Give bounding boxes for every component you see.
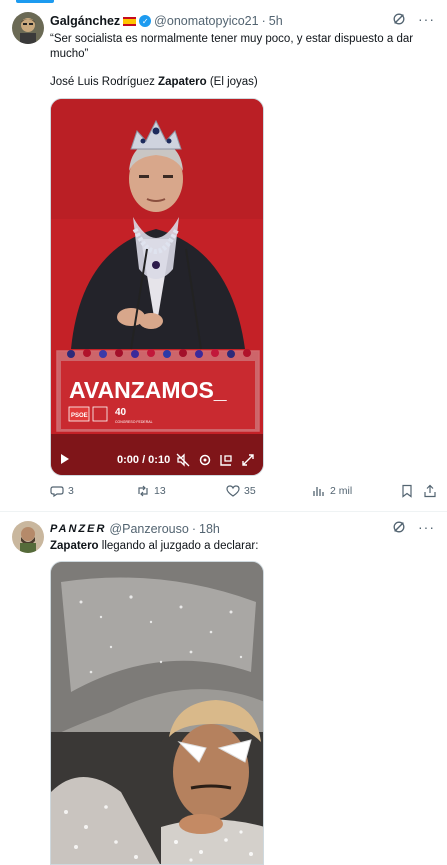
video-controls: 0:00 / 0:10 (51, 445, 263, 475)
like-button[interactable]: 35 (226, 484, 256, 498)
tweet[interactable]: Galgánchez ✓ @onomatopyico21 · 5h ··· “S… (0, 4, 447, 512)
settings-icon[interactable] (198, 453, 212, 467)
reply-count: 3 (68, 485, 74, 497)
video-player[interactable]: AVANZAMOS_ PSOE 40 CONGRESO FEDERAL 0:00… (50, 98, 264, 476)
active-tab-indicator (16, 0, 54, 3)
tweet-header: PANZER @Panzerouso · 18h ··· (50, 520, 435, 538)
more-icon[interactable]: ··· (418, 12, 435, 26)
tweet-text: “Ser socialista es normalmente tener muy… (50, 33, 414, 60)
timestamp[interactable]: 18h (199, 522, 220, 536)
views-button[interactable]: 2 mil (312, 484, 352, 498)
video-frame: AVANZAMOS_ PSOE 40 CONGRESO FEDERAL (51, 99, 263, 475)
congress-badge-text: CONGRESO FEDERAL (115, 420, 153, 424)
reply-button[interactable]: 3 (50, 484, 74, 498)
fullscreen-icon[interactable] (241, 453, 255, 467)
verified-icon: ✓ (139, 15, 152, 27)
bookmark-button[interactable] (400, 484, 414, 498)
grok-icon[interactable] (392, 12, 406, 26)
lectern-sign-text: AVANZAMOS_ (69, 377, 227, 403)
mute-icon[interactable] (176, 453, 190, 467)
views-count: 2 mil (330, 485, 353, 497)
play-icon[interactable] (61, 454, 69, 464)
tweet[interactable]: PANZER @Panzerouso · 18h ··· Zapatero ll… (0, 513, 447, 865)
repost-button[interactable]: 13 (136, 484, 166, 498)
separator: · (261, 14, 266, 28)
video-player[interactable] (50, 561, 264, 865)
like-count: 35 (244, 485, 256, 497)
bookmark-icon (402, 484, 412, 498)
tweet-text-rest: llegando al juzgado a declarar: (98, 540, 259, 552)
tweet-text: Zapatero llegando al juzgado a declarar: (50, 539, 433, 554)
author-handle[interactable]: @onomatopyico21 (154, 14, 258, 28)
congress-badge-number: 40 (115, 407, 127, 418)
separator: · (191, 522, 196, 536)
repost-count: 13 (154, 485, 166, 497)
tweet-header: Galgánchez ✓ @onomatopyico21 · 5h ··· (50, 12, 435, 30)
pip-icon[interactable] (219, 453, 233, 467)
reply-icon (50, 486, 64, 498)
author-name[interactable]: Galgánchez (50, 14, 120, 28)
author-handle[interactable]: @Panzerouso (109, 522, 188, 536)
like-icon (226, 485, 240, 497)
attribution-suffix: (El joyas) (206, 76, 258, 88)
timestamp[interactable]: 5h (269, 14, 283, 28)
video-frame (51, 562, 263, 864)
views-icon (313, 487, 324, 496)
psoe-logo-text: PSOE (71, 413, 88, 419)
attribution-prefix: José Luis Rodríguez (50, 76, 159, 88)
author-name[interactable]: PANZER (50, 523, 106, 535)
attribution-bold: Zapatero (158, 76, 207, 88)
more-icon[interactable]: ··· (418, 520, 435, 534)
share-button[interactable] (423, 484, 437, 498)
video-time: 0:00 / 0:10 (117, 454, 171, 466)
spain-flag-icon (123, 16, 137, 26)
share-icon (424, 484, 436, 498)
tweet-text-attribution: José Luis Rodríguez Zapatero (El joyas) (50, 75, 433, 90)
tweet-text-bold: Zapatero (50, 540, 99, 552)
avatar[interactable] (12, 12, 44, 44)
repost-icon (138, 485, 148, 497)
tweet-actions: 3 13 35 2 mil (50, 484, 437, 502)
grok-icon[interactable] (392, 520, 406, 534)
avatar[interactable] (12, 521, 44, 553)
